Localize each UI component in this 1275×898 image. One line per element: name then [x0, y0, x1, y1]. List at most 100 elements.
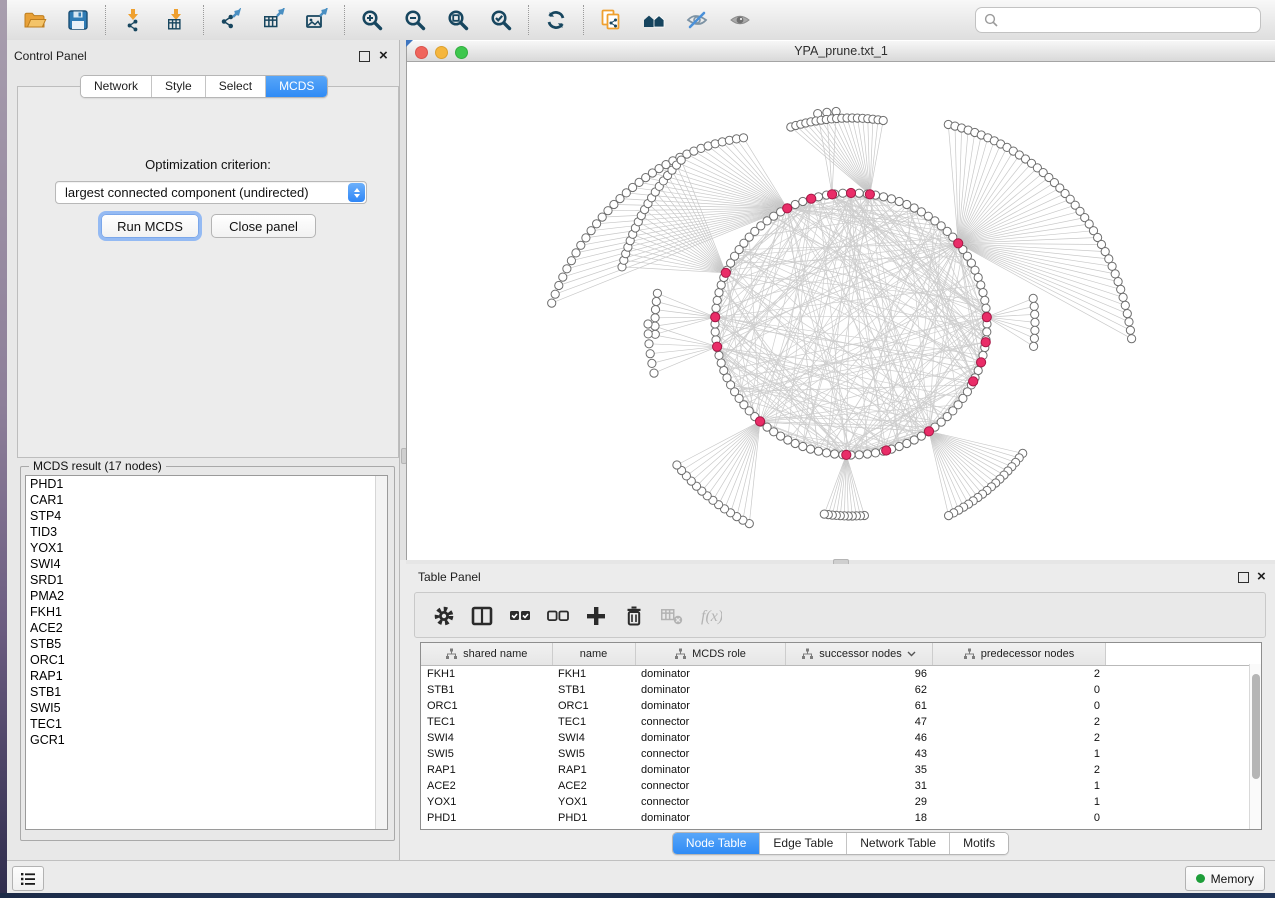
table-cell: YOX1 [421, 794, 552, 810]
mcds-result-item[interactable]: SWI5 [26, 700, 387, 716]
float-table-panel-icon[interactable] [1238, 572, 1249, 583]
select-all-button[interactable] [505, 601, 535, 631]
deselect-all-button[interactable] [543, 601, 573, 631]
add-column-button[interactable] [581, 601, 611, 631]
column-header[interactable]: successor nodes [785, 643, 932, 666]
column-header[interactable] [1105, 643, 1251, 666]
search-input[interactable] [1005, 12, 1252, 28]
table-cell: dominator [635, 810, 785, 826]
run-mcds-button[interactable]: Run MCDS [101, 214, 199, 238]
table-toolbar: f(x) [414, 592, 1266, 638]
mcds-result-item[interactable]: YOX1 [26, 540, 387, 556]
table-cell: 2 [932, 714, 1105, 730]
mcds-result-item[interactable]: PHD1 [26, 476, 387, 492]
table-scrollbar[interactable] [1249, 664, 1261, 829]
zoom-fit-button[interactable] [440, 3, 476, 37]
column-header[interactable]: name [552, 643, 635, 666]
table-scrollbar-thumb[interactable] [1252, 674, 1260, 779]
column-header[interactable]: predecessor nodes [932, 643, 1105, 666]
export-network-button[interactable] [213, 3, 249, 37]
table-row[interactable]: FKH1FKH1dominator962 [421, 666, 1251, 683]
mcds-result-item[interactable]: PMA2 [26, 588, 387, 604]
zoom-selected-icon [489, 8, 513, 32]
tab-motifs[interactable]: Motifs [950, 833, 1008, 854]
mcds-result-item[interactable]: TEC1 [26, 716, 387, 732]
mcds-result-item[interactable]: STB1 [26, 684, 387, 700]
first-neighbors-button[interactable] [636, 3, 672, 37]
zoom-in-button[interactable] [354, 3, 390, 37]
zoom-out-button[interactable] [397, 3, 433, 37]
clone-network-button[interactable] [593, 3, 629, 37]
toggle-panel-button[interactable] [467, 601, 497, 631]
table-cell: FKH1 [421, 666, 552, 683]
mcds-result-item[interactable]: ORC1 [26, 652, 387, 668]
table-row[interactable]: SWI5SWI5connector431 [421, 746, 1251, 762]
mcds-result-list[interactable]: PHD1CAR1STP4TID3YOX1SWI4SRD1PMA2FKH1ACE2… [25, 475, 388, 830]
list-icon [20, 872, 36, 886]
network-canvas[interactable] [407, 62, 1275, 560]
export-image-button[interactable] [299, 3, 335, 37]
table-cell: connector [635, 778, 785, 794]
table-row[interactable]: ACE2ACE2connector311 [421, 778, 1251, 794]
table-cell: 61 [785, 698, 932, 714]
mcds-result-item[interactable]: STP4 [26, 508, 387, 524]
task-history-button[interactable] [12, 866, 44, 891]
table-cell [1105, 666, 1251, 683]
hide-selected-button[interactable] [679, 3, 715, 37]
tab-network[interactable]: Network [81, 76, 152, 97]
tab-edge-table[interactable]: Edge Table [760, 833, 847, 854]
table-cell: 1 [932, 778, 1105, 794]
table-cell: 96 [785, 666, 932, 683]
column-header[interactable]: shared name [421, 643, 552, 666]
toggle-panel-icon [470, 604, 494, 628]
table-row[interactable]: STB1STB1dominator620 [421, 682, 1251, 698]
table-row[interactable]: TEC1TEC1connector472 [421, 714, 1251, 730]
memory-button[interactable]: Memory [1185, 866, 1265, 891]
tab-node-table[interactable]: Node Table [673, 833, 761, 854]
open-button[interactable] [17, 3, 53, 37]
export-table-button[interactable] [256, 3, 292, 37]
mcds-result-groupbox: MCDS result (17 nodes) PHD1CAR1STP4TID3Y… [20, 466, 395, 841]
table-row[interactable]: ORC1ORC1dominator610 [421, 698, 1251, 714]
mcds-result-item[interactable]: SWI4 [26, 556, 387, 572]
mcds-result-item[interactable]: GCR1 [26, 732, 387, 748]
float-panel-icon[interactable] [359, 51, 370, 62]
mcds-result-item[interactable]: RAP1 [26, 668, 387, 684]
table-row[interactable]: SWI4SWI4dominator462 [421, 730, 1251, 746]
mcds-list-scrollbar[interactable] [375, 476, 387, 829]
tab-select[interactable]: Select [206, 76, 266, 97]
import-table-button[interactable] [158, 3, 194, 37]
table-row[interactable]: PHD1PHD1dominator180 [421, 810, 1251, 826]
column-header[interactable]: MCDS role [635, 643, 785, 666]
mcds-result-item[interactable]: STB5 [26, 636, 387, 652]
settings-icon [432, 604, 456, 628]
mcds-result-item[interactable]: CAR1 [26, 492, 387, 508]
save-button[interactable] [60, 3, 96, 37]
close-panel-icon[interactable]: × [379, 50, 388, 61]
mcds-result-item[interactable]: FKH1 [26, 604, 387, 620]
apply-layout-button[interactable] [538, 3, 574, 37]
zoom-selected-button[interactable] [483, 3, 519, 37]
show-all-button[interactable] [722, 3, 758, 37]
mcds-result-item[interactable]: ACE2 [26, 620, 387, 636]
import-network-button[interactable] [115, 3, 151, 37]
tab-style[interactable]: Style [152, 76, 206, 97]
settings-button[interactable] [429, 601, 459, 631]
delete-columns-button[interactable] [619, 601, 649, 631]
table-row[interactable]: YOX1YOX1connector291 [421, 794, 1251, 810]
main-toolbar [7, 0, 1275, 41]
table-cell [1105, 778, 1251, 794]
column-namespace-icon [674, 648, 687, 660]
network-window-titlebar[interactable]: YPA_prune.txt_1 [407, 41, 1275, 62]
tab-network-table[interactable]: Network Table [847, 833, 950, 854]
mcds-result-item[interactable]: TID3 [26, 524, 387, 540]
criterion-dropdown[interactable]: largest connected component (undirected) [55, 181, 367, 204]
table-row[interactable]: RAP1RAP1dominator352 [421, 762, 1251, 778]
table-cell: connector [635, 714, 785, 730]
mcds-result-item[interactable]: SRD1 [26, 572, 387, 588]
tab-mcds[interactable]: MCDS [266, 76, 327, 97]
close-table-panel-icon[interactable]: × [1257, 571, 1266, 582]
table-panel-title: Table Panel [418, 570, 481, 584]
table-cell: 2 [932, 730, 1105, 746]
close-panel-button[interactable]: Close panel [211, 214, 316, 238]
